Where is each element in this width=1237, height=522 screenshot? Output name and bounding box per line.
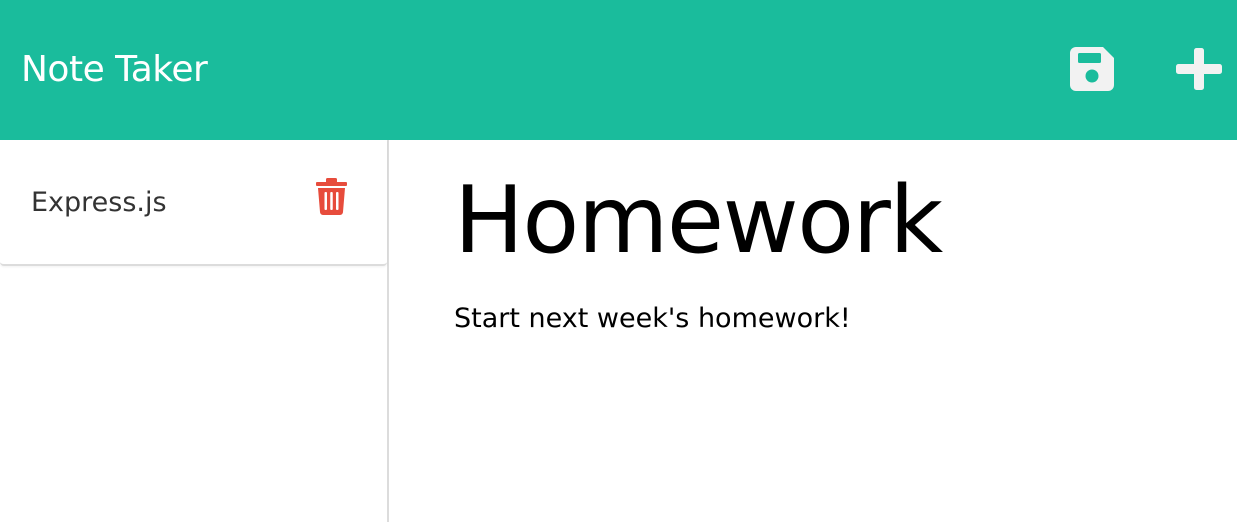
navbar: Note Taker bbox=[0, 0, 1237, 140]
note-editor: Homework Start next week's homework! bbox=[391, 140, 1237, 522]
note-list-item[interactable]: Express.js bbox=[0, 140, 387, 266]
notes-sidebar: Express.js bbox=[0, 140, 389, 522]
note-title[interactable]: Homework bbox=[454, 164, 943, 276]
note-text[interactable]: Start next week's homework! bbox=[454, 300, 851, 338]
save-icon[interactable] bbox=[1070, 47, 1114, 91]
plus-icon[interactable] bbox=[1176, 48, 1222, 90]
trash-icon[interactable] bbox=[316, 178, 347, 215]
brand-title[interactable]: Note Taker bbox=[21, 48, 208, 92]
note-list-item-title[interactable]: Express.js bbox=[31, 185, 167, 221]
